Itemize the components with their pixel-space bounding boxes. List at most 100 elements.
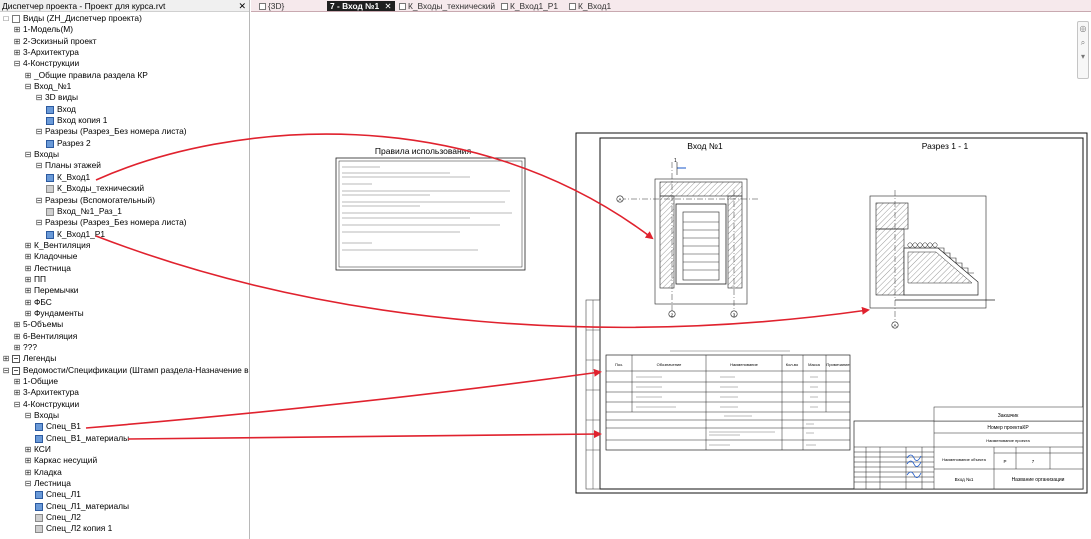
tree-item[interactable]: Вход копия 1 — [0, 115, 249, 126]
tree-item-label: Разрезы (Разрез_Без номера листа) — [45, 217, 187, 228]
steering-wheel-icon[interactable]: ◎ — [1078, 22, 1088, 36]
expand-icon[interactable]: ⊞ — [24, 263, 32, 274]
expand-icon[interactable]: ⊞ — [24, 285, 32, 296]
tab-sheet-entry-1[interactable]: 7 - Вход №1 ✕ — [327, 1, 395, 11]
expand-icon[interactable]: ⊞ — [13, 24, 21, 35]
tree-item[interactable]: Спец_Л2 копия 1 — [0, 523, 249, 534]
expand-icon[interactable]: ⊞ — [2, 353, 10, 364]
tree-item[interactable]: ⊞ ПП — [0, 274, 249, 285]
tree-item[interactable]: Спец_Л1_материалы — [0, 501, 249, 512]
tree-item[interactable]: Вход_№1_Раз_1 — [0, 206, 249, 217]
tree-item[interactable]: ⊟ 4-Конструкции — [0, 399, 249, 410]
tree-item[interactable]: ⊞ Кладочные — [0, 251, 249, 262]
tree-item-label: 4-Конструкции — [23, 398, 80, 409]
collapse-icon[interactable]: ⊟ — [24, 81, 32, 92]
expand-icon[interactable]: ⊞ — [13, 319, 21, 330]
expand-icon[interactable]: ⊞ — [13, 376, 21, 387]
tree-item[interactable]: ⊟ Разрезы (Разрез_Без номера листа) — [0, 126, 249, 137]
tree-item[interactable]: ⊟ Лестница — [0, 478, 249, 489]
zoom-icon[interactable]: ⌕ — [1078, 36, 1088, 50]
tree-item-label: Лестница — [34, 262, 71, 273]
expand-icon[interactable]: ⊞ — [24, 274, 32, 285]
expand-icon[interactable]: ⊞ — [24, 308, 32, 319]
tree-item[interactable]: ⊟ Планы этажей — [0, 160, 249, 171]
tree-item-label: Кладочные — [34, 251, 78, 262]
collapse-icon[interactable]: ⊟ — [35, 160, 43, 171]
collapse-icon[interactable]: ⊟ — [13, 58, 21, 69]
tree-item[interactable]: ⊟ 3D виды — [0, 92, 249, 103]
expand-icon[interactable]: ⊞ — [24, 251, 32, 262]
tree-item[interactable]: ⊟ Разрезы (Разрез_Без номера листа) — [0, 217, 249, 228]
tab-entries-technical[interactable]: К_Входы_технический — [399, 1, 495, 11]
expand-icon[interactable]: ⊞ — [13, 342, 21, 353]
expand-icon[interactable]: ⊞ — [13, 331, 21, 342]
expand-icon[interactable]: ⊞ — [24, 240, 32, 251]
view-icon — [35, 502, 43, 511]
tree-item[interactable]: ⊞ К_Вентиляция — [0, 240, 249, 251]
collapse-icon[interactable]: ⊟ — [35, 195, 43, 206]
tree-item[interactable]: Разрез 2 — [0, 138, 249, 149]
node-icon[interactable]: □ — [2, 13, 10, 24]
tab-entry1-plan[interactable]: К_Вход1 — [569, 1, 611, 11]
collapse-icon[interactable]: ⊟ — [35, 92, 43, 103]
tree-item[interactable]: К_Вход1 — [0, 172, 249, 183]
tree-item[interactable]: ⊞ ФБС — [0, 297, 249, 308]
tree-item[interactable]: ⊞ Каркас несущий — [0, 455, 249, 466]
collapse-icon[interactable]: ⊟ — [35, 217, 43, 228]
tree-item[interactable]: ⊞ 2-Эскизный проект — [0, 36, 249, 47]
tree-item[interactable]: К_Вход1_Р1 — [0, 229, 249, 240]
view-plan-icon — [399, 3, 406, 10]
tree-item[interactable]: ⊞??? — [0, 342, 249, 353]
expand-icon[interactable]: ⊞ — [24, 467, 32, 478]
expand-icon[interactable]: ⊞ — [13, 387, 21, 398]
collapse-icon[interactable]: ⊟ — [2, 365, 10, 376]
tree-item[interactable]: ⊟ Входы — [0, 149, 249, 160]
expand-icon[interactable]: ⊞ — [13, 36, 21, 47]
tree-item[interactable]: ⊞ 1-Общие — [0, 376, 249, 387]
collapse-icon[interactable]: ⊟ — [35, 126, 43, 137]
expand-icon[interactable]: ⊞ — [24, 455, 32, 466]
drawing-canvas[interactable]: ◎ ⌕ ▾ — [251, 13, 1091, 539]
tree-item[interactable]: ⊞ 3-Архитектура — [0, 47, 249, 58]
tree-item[interactable]: ⊞ _Общие правила раздела КР — [0, 70, 249, 81]
collapse-icon[interactable]: ⊟ — [24, 149, 32, 160]
tree-item[interactable]: ⊟ Ведомости/Спецификации (Штамп раздела-Н… — [0, 365, 249, 376]
tree-item[interactable]: ⊟ Разрезы (Вспомогательный) — [0, 195, 249, 206]
tree-item[interactable]: ⊞ Кладка — [0, 467, 249, 478]
tree-item[interactable]: ⊞ 1-Модель(М) — [0, 24, 249, 35]
tree-item[interactable]: ⊟ 4-Конструкции — [0, 58, 249, 69]
tree-item[interactable]: Вход — [0, 104, 249, 115]
expand-icon[interactable]: ⊞ — [24, 70, 32, 81]
collapse-icon[interactable]: ⊟ — [24, 478, 32, 489]
tree-item[interactable]: Спец_В1 — [0, 421, 249, 432]
expand-icon[interactable]: ⊞ — [24, 444, 32, 455]
collapse-icon[interactable]: ⊟ — [24, 410, 32, 421]
tab-label: 7 - Вход №1 — [330, 1, 380, 11]
tree-item[interactable]: ⊞ Фундаменты — [0, 308, 249, 319]
tree-item-label: Входы — [34, 149, 59, 160]
navigation-bar[interactable]: ◎ ⌕ ▾ — [1077, 21, 1089, 79]
view-plan-icon — [569, 3, 576, 10]
tree-item[interactable]: Спец_Л2 — [0, 512, 249, 523]
tree-item[interactable]: ⊞ КСИ — [0, 444, 249, 455]
tree-item[interactable]: ⊟ Входы — [0, 410, 249, 421]
tree-item[interactable]: ⊞ 5-Объемы — [0, 319, 249, 330]
tree-item[interactable]: ⊞ Перемычки — [0, 285, 249, 296]
close-icon[interactable]: ✕ — [384, 1, 391, 11]
tab-3d[interactable]: {3D} — [259, 1, 284, 11]
close-icon[interactable]: ✕ — [238, 0, 246, 12]
tree-item[interactable]: ⊞ 3-Архитектура — [0, 387, 249, 398]
tab-entry1-section[interactable]: К_Вход1_Р1 — [501, 1, 558, 11]
tree-item[interactable]: ⊞ 6-Вентиляция — [0, 331, 249, 342]
tree-item[interactable]: ⊞ Лестница — [0, 263, 249, 274]
tree-item[interactable]: ⊞ Легенды — [0, 353, 249, 364]
tree-item[interactable]: К_Входы_технический — [0, 183, 249, 194]
tree-item[interactable]: Спец_Л1 — [0, 489, 249, 500]
expand-icon[interactable]: ⊞ — [24, 297, 32, 308]
collapse-icon[interactable]: ⊟ — [13, 399, 21, 410]
chevron-down-icon[interactable]: ▾ — [1078, 50, 1088, 64]
tree-item[interactable]: ⊟ Вход_№1 — [0, 81, 249, 92]
tree-item[interactable]: □ Виды (ZH_Диспетчер проекта) — [0, 13, 249, 24]
tree-item[interactable]: Спец_В1_материалы — [0, 433, 249, 444]
expand-icon[interactable]: ⊞ — [13, 47, 21, 58]
